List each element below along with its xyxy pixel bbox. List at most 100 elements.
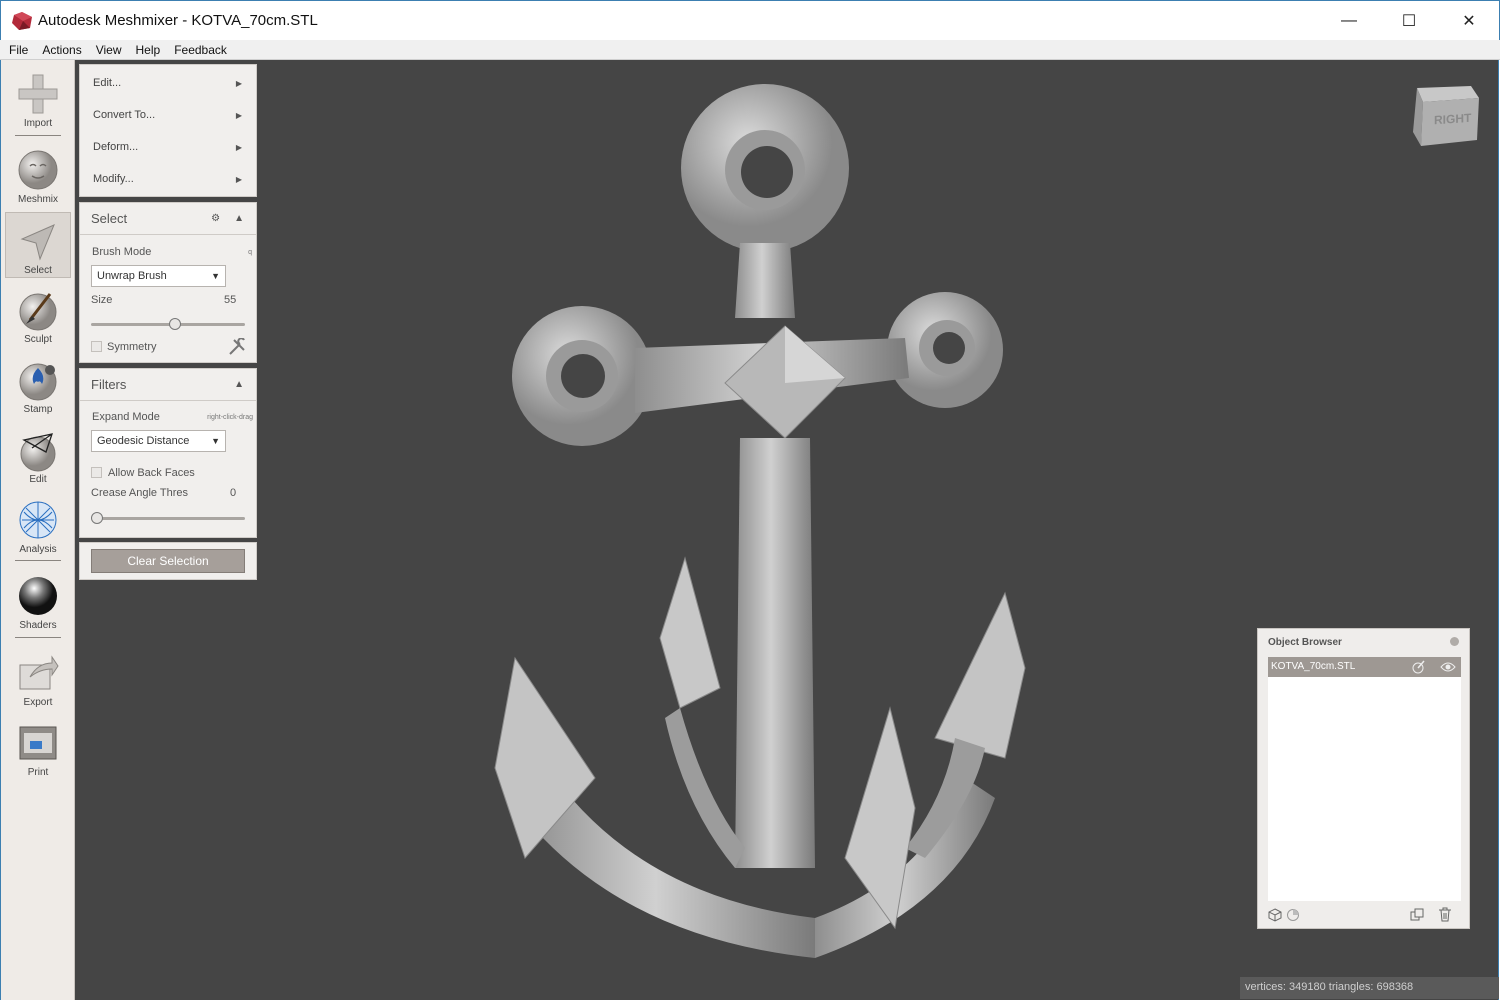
brush-mode-label: Brush Mode <box>92 246 152 258</box>
close-button[interactable]: ✕ <box>1439 1 1499 41</box>
duplicate-icon[interactable] <box>1410 908 1424 922</box>
tool-label: Edit <box>29 474 47 485</box>
submenu-arrow-icon: ▶ <box>235 78 242 88</box>
tool-label: Sculpt <box>24 334 52 345</box>
select-panel-header[interactable]: Select ⚙ ▲ <box>80 203 256 235</box>
action-modify[interactable]: Modify... ▶ <box>80 163 256 195</box>
brush-mode-hotkey: q <box>248 249 252 256</box>
select-arrow-icon <box>20 224 55 261</box>
size-slider-knob[interactable] <box>169 318 182 330</box>
title-bar: Autodesk Meshmixer - KOTVA_70cm.STL — ☐ … <box>0 0 1500 40</box>
export-icon <box>19 655 59 690</box>
trash-icon[interactable] <box>1438 907 1452 922</box>
size-slider-track[interactable] <box>91 323 245 326</box>
submenu-arrow-icon: ▶ <box>235 142 242 152</box>
meshmixer-logo-icon <box>12 12 32 30</box>
clear-selection-panel: Clear Selection <box>79 542 257 580</box>
action-deform[interactable]: Deform... ▶ <box>80 131 256 163</box>
object-list[interactable]: KOTVA_70cm.STL <box>1268 657 1461 901</box>
tool-label: Analysis <box>19 544 57 555</box>
expand-mode-dropdown[interactable]: Geodesic Distance ▼ <box>91 430 226 452</box>
select-panel: Select ⚙ ▲ Brush Mode q Unwrap Brush ▼ S… <box>79 202 257 363</box>
expand-mode-label: Expand Mode <box>92 411 160 423</box>
symmetry-checkbox[interactable] <box>91 341 102 352</box>
actions-panel: Edit... ▶ Convert To... ▶ Deform... ▶ Mo… <box>79 64 257 197</box>
clear-selection-button[interactable]: Clear Selection <box>91 549 245 573</box>
tool-select[interactable]: Select <box>5 212 71 278</box>
tool-sidebar: Import Meshmix Select Sculpt Stamp Edit … <box>0 60 75 1000</box>
tool-label: Print <box>27 767 49 778</box>
action-label: Edit... <box>93 77 122 89</box>
chevron-down-icon: ▼ <box>211 271 220 281</box>
list-item[interactable]: KOTVA_70cm.STL <box>1268 657 1461 677</box>
brush-mode-dropdown[interactable]: Unwrap Brush ▼ <box>91 265 226 287</box>
tool-meshmix[interactable]: Meshmix <box>5 142 71 208</box>
action-edit[interactable]: Edit... ▶ <box>80 67 256 99</box>
object-browser-footer <box>1266 906 1461 924</box>
collapse-icon[interactable]: ▲ <box>234 213 244 224</box>
tool-shaders[interactable]: Shaders <box>5 568 71 634</box>
panel-title: Filters <box>91 377 127 392</box>
menu-bar: File Actions View Help Feedback <box>0 40 1500 60</box>
tool-analysis[interactable]: Analysis <box>5 492 71 558</box>
cube-icon[interactable] <box>1268 908 1282 922</box>
tool-export[interactable]: Export <box>5 645 71 711</box>
action-convert-to[interactable]: Convert To... ▶ <box>80 99 256 131</box>
collapse-icon[interactable]: ▲ <box>234 379 244 390</box>
menu-help[interactable]: Help <box>129 40 168 60</box>
object-browser-title: Object Browser <box>1268 637 1342 648</box>
crease-angle-slider-track[interactable] <box>91 517 245 520</box>
edit-icon <box>20 433 56 472</box>
menu-file[interactable]: File <box>2 40 35 60</box>
crease-angle-slider-knob[interactable] <box>91 512 103 524</box>
tool-label: Import <box>23 118 53 129</box>
size-value: 55 <box>224 294 237 306</box>
panel-title: Select <box>91 211 128 226</box>
close-icon[interactable] <box>1450 637 1459 646</box>
submenu-arrow-icon: ▶ <box>235 110 242 120</box>
tool-print[interactable]: Print <box>5 715 71 781</box>
dropdown-value: Geodesic Distance <box>97 435 190 447</box>
crease-angle-value: 0 <box>230 487 237 499</box>
anchor-mesh-model[interactable] <box>485 78 1045 988</box>
tool-edit[interactable]: Edit <box>5 422 71 488</box>
visibility-eye-icon[interactable] <box>1440 661 1456 673</box>
print-icon <box>19 726 57 760</box>
action-label: Deform... <box>93 141 139 153</box>
view-cube-label: RIGHT <box>1434 110 1472 128</box>
crease-angle-label: Crease Angle Thres <box>91 487 189 499</box>
symmetry-tool-icon[interactable] <box>228 338 246 356</box>
symmetry-label: Symmetry <box>107 341 157 353</box>
maximize-button[interactable]: ☐ <box>1379 1 1439 41</box>
minimize-button[interactable]: — <box>1319 1 1379 41</box>
pie-icon[interactable] <box>1286 908 1300 922</box>
allow-back-faces-label: Allow Back Faces <box>108 467 195 479</box>
expand-mode-hint: right-click-drag <box>207 414 253 421</box>
filters-panel-header[interactable]: Filters ▲ <box>80 369 256 401</box>
status-bar: vertices: 349180 triangles: 698368 <box>1240 977 1499 999</box>
filters-panel: Filters ▲ Expand Mode right-click-drag G… <box>79 368 257 538</box>
import-plus-icon <box>18 74 58 114</box>
toolbar-divider <box>15 560 61 561</box>
menu-feedback[interactable]: Feedback <box>167 40 234 60</box>
size-label: Size <box>91 294 113 306</box>
tool-sculpt[interactable]: Sculpt <box>5 282 71 348</box>
tool-stamp[interactable]: Stamp <box>5 352 71 418</box>
menu-view[interactable]: View <box>89 40 129 60</box>
chevron-down-icon: ▼ <box>211 436 220 446</box>
tool-label: Stamp <box>23 404 53 415</box>
gear-icon[interactable]: ⚙ <box>211 213 220 224</box>
meshmix-bunny-icon <box>18 150 58 190</box>
action-label: Convert To... <box>93 109 156 121</box>
action-label: Modify... <box>93 173 134 185</box>
tool-label: Export <box>23 697 53 708</box>
tool-import[interactable]: Import <box>5 66 71 132</box>
stamp-icon <box>19 363 57 401</box>
allow-back-faces-checkbox[interactable] <box>91 467 102 478</box>
dropdown-value: Unwrap Brush <box>97 270 167 282</box>
analysis-icon <box>19 501 57 539</box>
window-title: Autodesk Meshmixer - KOTVA_70cm.STL <box>38 12 318 29</box>
submenu-arrow-icon: ▶ <box>235 174 242 184</box>
edit-object-icon[interactable] <box>1411 660 1425 674</box>
menu-actions[interactable]: Actions <box>35 40 88 60</box>
